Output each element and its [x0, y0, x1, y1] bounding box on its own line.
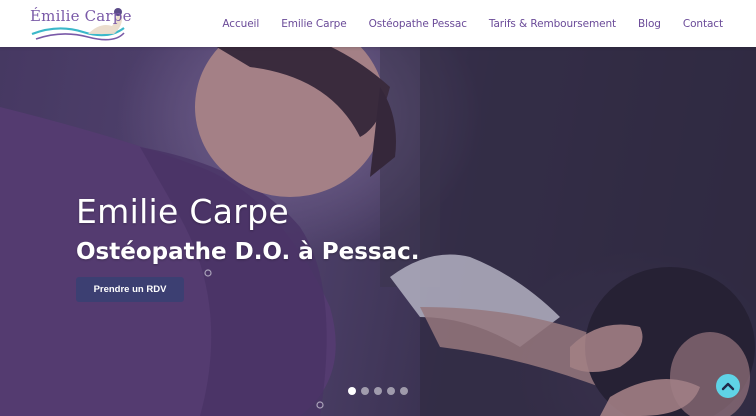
- hero-title: Emilie Carpe: [76, 192, 289, 231]
- site-header: Émilie Carpe Accueil Emilie Carpe Ostéop…: [0, 0, 756, 47]
- nav-item-emilie-carpe[interactable]: Emilie Carpe: [270, 18, 357, 30]
- slider-dot-2[interactable]: [361, 387, 369, 395]
- nav-item-tarifs[interactable]: Tarifs & Remboursement: [478, 18, 627, 30]
- chevron-up-icon: [721, 382, 735, 391]
- slider-dot-3[interactable]: [374, 387, 382, 395]
- slider-pagination: [348, 387, 408, 395]
- nav-item-contact[interactable]: Contact: [672, 18, 734, 30]
- nav-item-accueil[interactable]: Accueil: [211, 18, 270, 30]
- hero-photo: [0, 47, 756, 416]
- nav-item-blog[interactable]: Blog: [627, 18, 672, 30]
- logo-text: Émilie Carpe: [30, 7, 132, 25]
- nav-item-osteopathe-pessac[interactable]: Ostéopathe Pessac: [358, 18, 478, 30]
- slider-dot-1[interactable]: [348, 387, 356, 395]
- book-appointment-button[interactable]: Prendre un RDV: [76, 277, 184, 302]
- hero-subtitle: Ostéopathe D.O. à Pessac.: [76, 239, 420, 265]
- slider-dot-5[interactable]: [400, 387, 408, 395]
- hero-slider: Emilie Carpe Ostéopathe D.O. à Pessac. P…: [0, 47, 756, 416]
- main-nav: Accueil Emilie Carpe Ostéopathe Pessac T…: [211, 0, 734, 47]
- site-logo[interactable]: Émilie Carpe: [28, 4, 131, 44]
- scroll-to-top-button[interactable]: [716, 374, 740, 398]
- slider-dot-4[interactable]: [387, 387, 395, 395]
